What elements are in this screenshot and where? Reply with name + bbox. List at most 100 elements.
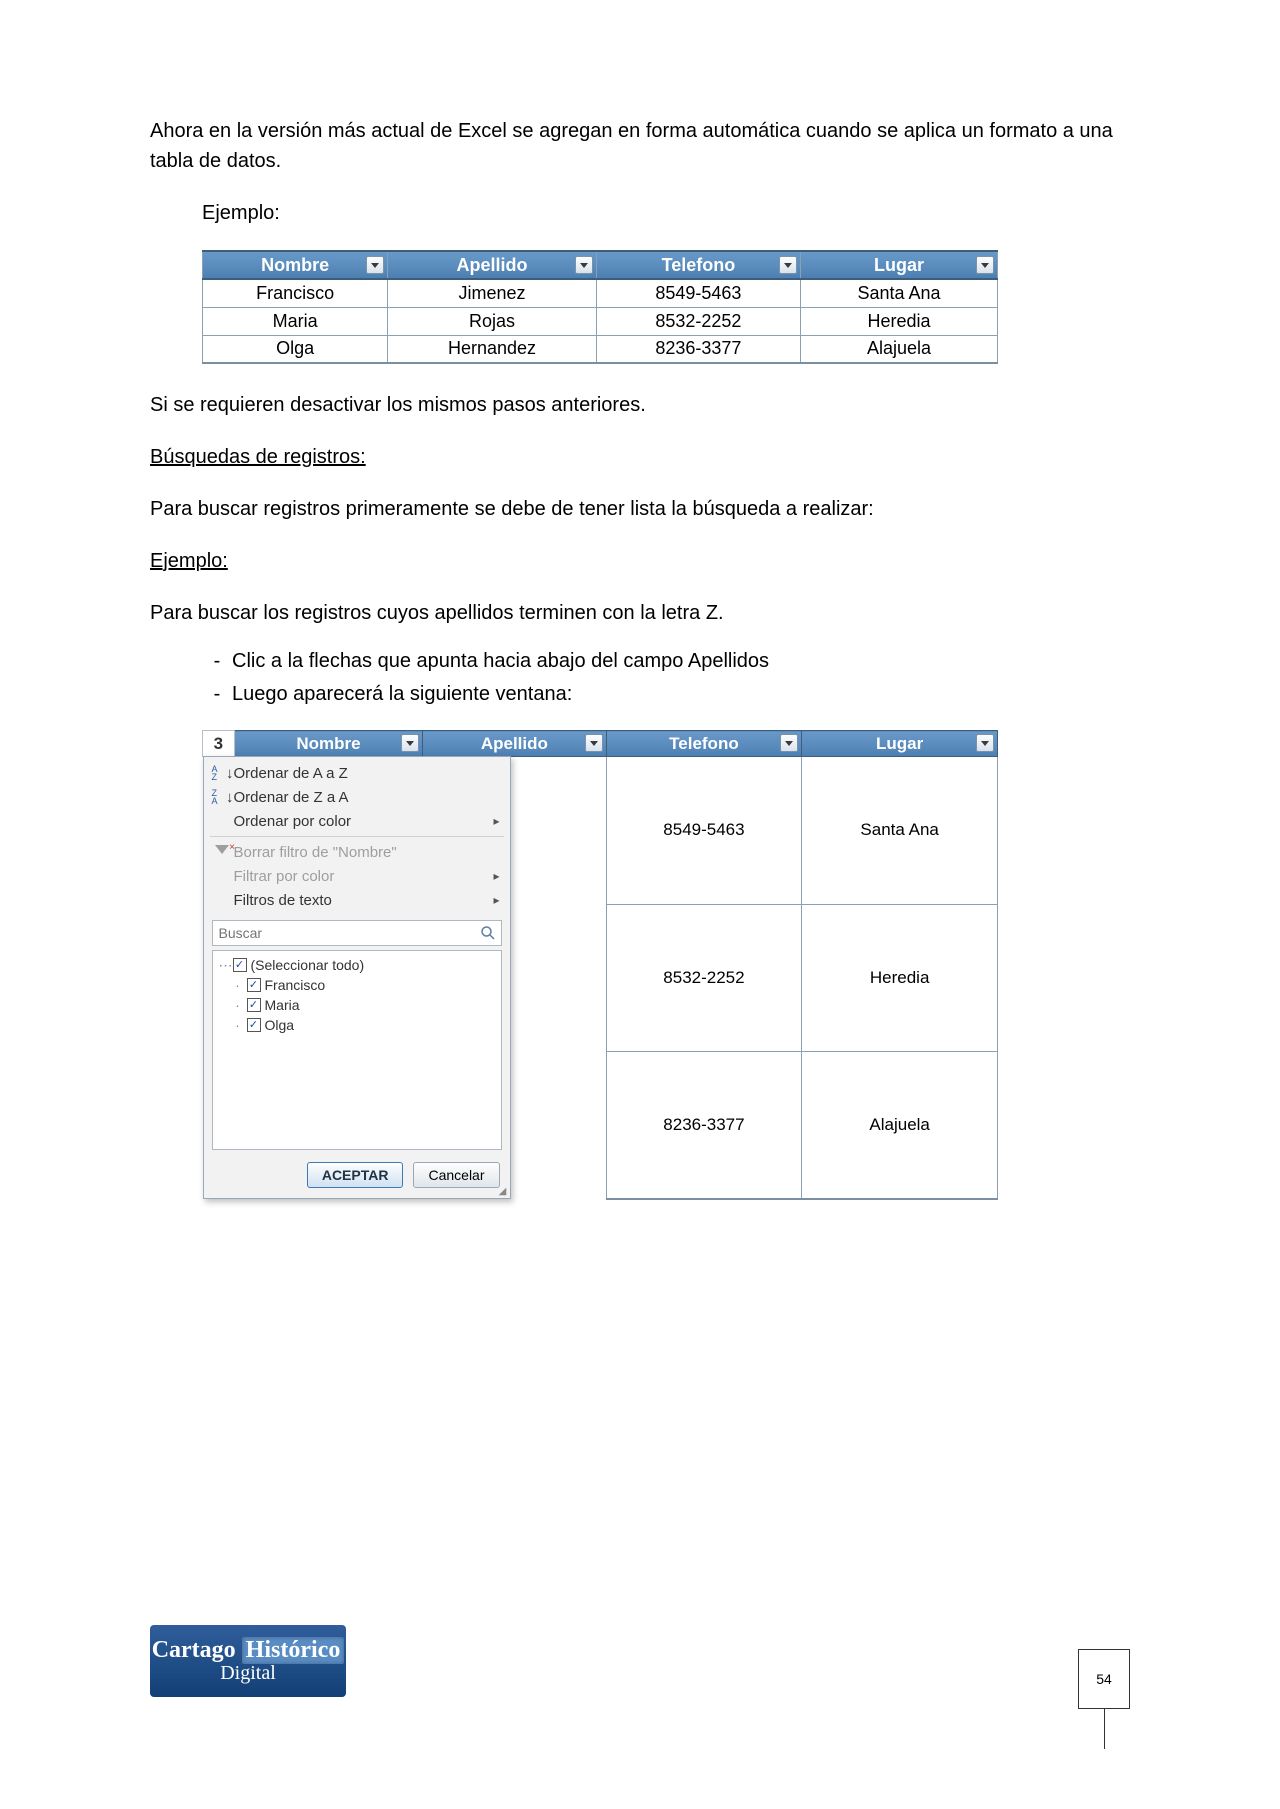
- step-2: Luego aparecerá la siguiente ventana:: [232, 683, 572, 706]
- checkbox-item[interactable]: [247, 978, 261, 992]
- paragraph-deactivate: Si se requieren desactivar los mismos pa…: [150, 390, 1130, 420]
- data-table-1: Nombre Apellido Telefono Lugar: [202, 250, 998, 364]
- cell: Alajuela: [800, 335, 997, 363]
- cell: Francisco: [203, 279, 388, 307]
- search-icon: [480, 925, 496, 941]
- clear-filter: Borrar filtro de "Nombre": [204, 840, 510, 864]
- sort-ascending[interactable]: AZ↓ Ordenar de A a Z: [204, 761, 510, 785]
- sort-by-color[interactable]: Ordenar por color: [204, 809, 510, 833]
- paragraph-search-z: Para buscar los registros cuyos apellido…: [150, 598, 1130, 628]
- dropdown-icon[interactable]: [779, 256, 797, 274]
- checkbox-all[interactable]: [233, 958, 247, 972]
- steps-list: - Clic a la flechas que apunta hacia aba…: [202, 650, 1130, 706]
- col-nombre-label: Nombre: [296, 734, 360, 753]
- col-telefono-header[interactable]: Telefono: [606, 731, 802, 757]
- dropdown-icon[interactable]: [366, 256, 384, 274]
- cell: 8549-5463: [606, 757, 802, 905]
- filter-checklist[interactable]: ⋯ (Seleccionar todo) · Francisco: [212, 950, 502, 1150]
- step-1: Clic a la flechas que apunta hacia abajo…: [232, 650, 769, 673]
- sort-by-color-label: Ordenar por color: [234, 813, 352, 830]
- cell: Alajuela: [802, 1052, 998, 1200]
- sort-za-icon: ZA↓: [212, 789, 234, 806]
- check-item-label: Olga: [265, 1017, 295, 1033]
- col-telefono-label: Telefono: [662, 255, 736, 275]
- sort-ascending-label: Ordenar de A a Z: [234, 765, 348, 782]
- cell: 8549-5463: [596, 279, 800, 307]
- clear-filter-label: Borrar filtro de "Nombre": [234, 844, 397, 861]
- checkbox-item[interactable]: [247, 998, 261, 1012]
- logo-word-historico: Histórico: [242, 1637, 345, 1664]
- check-item-label: Maria: [265, 997, 300, 1013]
- col-lugar-label: Lugar: [874, 255, 924, 275]
- check-item-label: Francisco: [265, 977, 326, 993]
- dropdown-icon[interactable]: [585, 734, 603, 752]
- cell: Heredia: [800, 307, 997, 335]
- ok-button[interactable]: ACEPTAR: [307, 1162, 404, 1188]
- dash-bullet: -: [202, 650, 232, 673]
- tree-line-icon: ·: [233, 997, 243, 1013]
- autofilter-dropdown: AZ↓ Ordenar de A a Z ZA↓ Ordenar de Z a …: [203, 756, 511, 1199]
- cell: Maria: [203, 307, 388, 335]
- dropdown-icon[interactable]: [976, 256, 994, 274]
- page-number: 54: [1096, 1671, 1112, 1687]
- col-nombre-label: Nombre: [261, 255, 329, 275]
- dash-bullet: -: [202, 683, 232, 706]
- table-row: Olga Hernandez 8236-3377 Alajuela: [203, 335, 998, 363]
- logo-word-cartago: Cartago: [152, 1637, 236, 1664]
- col-apellido-header[interactable]: Apellido: [388, 251, 597, 279]
- cell: Rojas: [388, 307, 597, 335]
- tree-toggle-icon[interactable]: ⋯: [219, 957, 229, 974]
- dropdown-icon[interactable]: [976, 734, 994, 752]
- cell: Santa Ana: [802, 757, 998, 905]
- resize-grip-icon[interactable]: ◢: [498, 1186, 508, 1196]
- data-table-2: 3 Nombre Apellido Telefono Lugar: [202, 730, 998, 1200]
- dropdown-icon[interactable]: [401, 734, 419, 752]
- footer-logo: Cartago Histórico Digital: [150, 1625, 346, 1697]
- paragraph-search: Para buscar registros primeramente se de…: [150, 494, 1130, 524]
- sort-descending-label: Ordenar de Z a A: [234, 789, 349, 806]
- col-apellido-label: Apellido: [457, 255, 528, 275]
- cell: Olga: [203, 335, 388, 363]
- col-telefono-label: Telefono: [669, 734, 739, 753]
- cell: 8236-3377: [596, 335, 800, 363]
- intro-paragraph: Ahora en la versión más actual de Excel …: [150, 116, 1130, 176]
- example-label: Ejemplo:: [202, 198, 1130, 228]
- filter-screenshot: 3 Nombre Apellido Telefono Lugar: [202, 730, 1130, 1200]
- logo-word-digital: Digital: [220, 1662, 276, 1685]
- cell: 8532-2252: [596, 307, 800, 335]
- cell: 8236-3377: [606, 1052, 802, 1200]
- separator: [210, 836, 504, 837]
- text-filters[interactable]: Filtros de texto: [204, 888, 510, 912]
- check-all-label: (Seleccionar todo): [251, 957, 365, 973]
- heading-busquedas: Búsquedas de registros:: [150, 442, 1130, 472]
- col-lugar-label: Lugar: [876, 734, 923, 753]
- example2-label: Ejemplo:: [150, 546, 1130, 576]
- col-apellido-header[interactable]: Apellido: [423, 731, 606, 757]
- tree-line-icon: ·: [233, 1017, 243, 1033]
- filter-by-color-label: Filtrar por color: [234, 868, 335, 885]
- sort-descending[interactable]: ZA↓ Ordenar de Z a A: [204, 785, 510, 809]
- dropdown-icon[interactable]: [780, 734, 798, 752]
- col-lugar-header[interactable]: Lugar: [802, 731, 998, 757]
- cancel-button[interactable]: Cancelar: [413, 1162, 499, 1188]
- col-nombre-header[interactable]: Nombre: [234, 731, 422, 757]
- table-row: Maria Rojas 8532-2252 Heredia: [203, 307, 998, 335]
- cell: Heredia: [802, 904, 998, 1052]
- col-nombre-header[interactable]: Nombre: [203, 251, 388, 279]
- cell: Jimenez: [388, 279, 597, 307]
- col-lugar-header[interactable]: Lugar: [800, 251, 997, 279]
- dropdown-icon[interactable]: [575, 256, 593, 274]
- cell: 8532-2252: [606, 904, 802, 1052]
- text-filters-label: Filtros de texto: [234, 892, 332, 909]
- filter-by-color: Filtrar por color: [204, 864, 510, 888]
- page-number-tail: [1104, 1709, 1105, 1749]
- cell: Hernandez: [388, 335, 597, 363]
- checkbox-item[interactable]: [247, 1018, 261, 1032]
- filter-search-input[interactable]: [212, 920, 502, 946]
- page-number-box: 54: [1078, 1649, 1130, 1709]
- col-telefono-header[interactable]: Telefono: [596, 251, 800, 279]
- table-row: Francisco Jimenez 8549-5463 Santa Ana: [203, 279, 998, 307]
- row-number[interactable]: 3: [203, 731, 235, 757]
- sort-az-icon: AZ↓: [212, 765, 234, 782]
- cell: Santa Ana: [800, 279, 997, 307]
